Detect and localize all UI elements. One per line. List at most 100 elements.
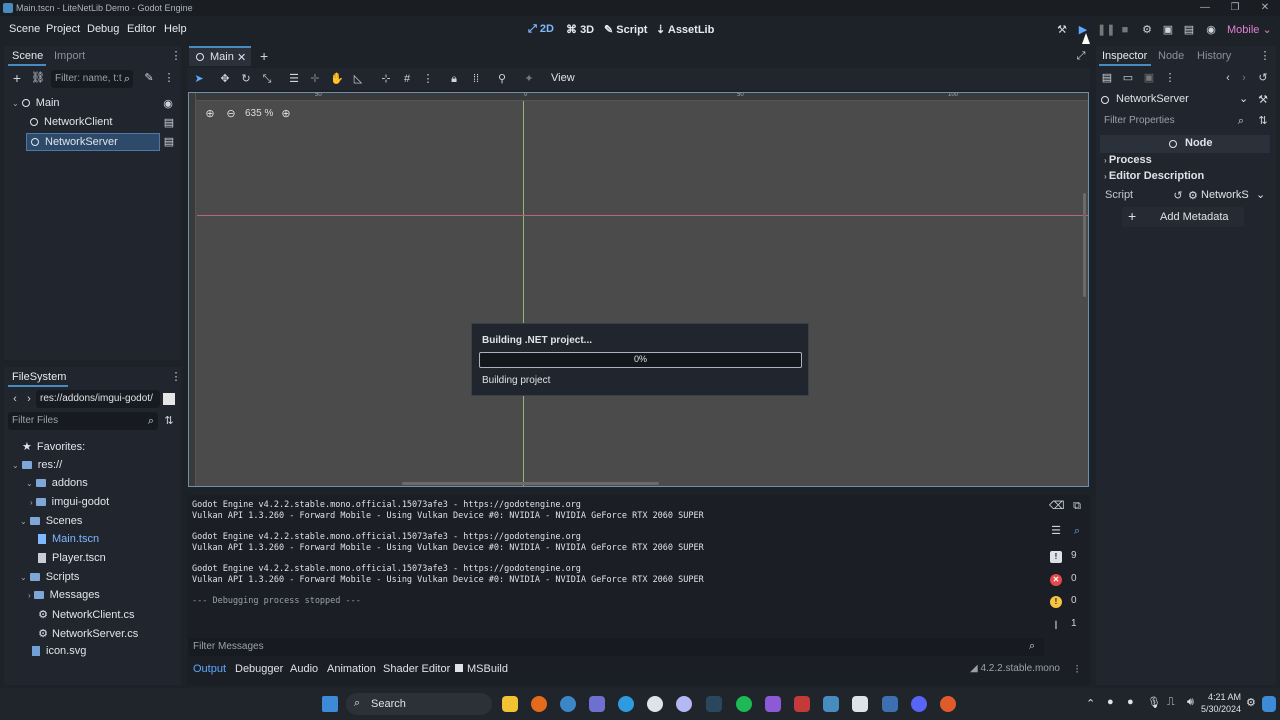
clock-date[interactable]: 5/30/2024 <box>1184 704 1241 714</box>
instance-scene-icon[interactable]: ⛓ <box>31 71 45 85</box>
object-tools-icon[interactable]: ⚒ <box>1256 93 1270 107</box>
menu-help[interactable]: Help <box>164 23 187 35</box>
steam-icon[interactable] <box>706 696 722 712</box>
minimize-button[interactable]: — <box>1190 0 1220 16</box>
spotify-icon[interactable] <box>736 696 752 712</box>
rotate-mode-icon[interactable]: ↻ <box>239 72 253 86</box>
build-hammer-icon[interactable]: ⚒ <box>1055 23 1069 37</box>
workspace-assetlib[interactable]: ⇣ AssetLib <box>656 23 714 36</box>
zoom-out-icon[interactable]: ⊖ <box>224 107 238 121</box>
firefox-icon[interactable] <box>531 696 547 712</box>
script-property-value[interactable]: ⚙ NetworkS ⌄ <box>1188 187 1270 205</box>
bottom-tab-animation[interactable]: Animation <box>327 663 376 675</box>
app-icon[interactable] <box>765 696 781 712</box>
view-menu[interactable]: View <box>551 72 575 84</box>
tree-item-main[interactable]: ⌄ Main <box>12 97 60 109</box>
renderer-select[interactable]: Mobile ⌄ <box>1227 23 1272 36</box>
bottom-tab-audio[interactable]: Audio <box>290 663 318 675</box>
notification-icon[interactable]: ⚙ <box>1246 696 1256 709</box>
lock-icon[interactable]: 🔒︎ <box>447 72 461 86</box>
scale-mode-icon[interactable]: ⤡ <box>260 72 274 86</box>
property-options-icon[interactable]: ⇅ <box>1256 114 1270 128</box>
script-icon[interactable]: ▤ <box>162 116 176 130</box>
tab-scene[interactable]: Scene <box>12 50 43 62</box>
app-icon[interactable] <box>882 696 898 712</box>
add-tab-button[interactable]: + <box>260 48 268 64</box>
errors-toggle[interactable]: ✕ 0 <box>1047 571 1089 589</box>
select-mode-icon[interactable]: ➤ <box>192 72 206 86</box>
filter-properties-input[interactable]: Filter Properties <box>1100 112 1248 130</box>
vertical-scrollbar[interactable] <box>1083 193 1086 297</box>
object-history-icon[interactable]: ↺ <box>1256 71 1270 85</box>
fs-item-scenes[interactable]: ⌄ Scenes <box>20 515 82 527</box>
bottom-tab-output[interactable]: Output <box>193 663 226 675</box>
copy-output-icon[interactable]: ⧉ <box>1070 499 1084 513</box>
tray-app-icon[interactable]: ● <box>1127 696 1134 708</box>
windows-start-icon[interactable] <box>322 696 338 712</box>
search-output-icon[interactable]: ⌕ <box>1070 524 1084 538</box>
save-resource-icon[interactable]: ▣ <box>1142 71 1156 85</box>
app-icon[interactable] <box>589 696 605 712</box>
workspace-script[interactable]: ✎ Script <box>604 23 647 36</box>
menu-scene[interactable]: Scene <box>9 23 40 35</box>
discord-icon[interactable] <box>911 696 927 712</box>
app-icon[interactable] <box>852 696 868 712</box>
back-icon[interactable]: ‹ <box>8 392 22 406</box>
tray-expand-icon[interactable]: ⌃ <box>1086 697 1095 710</box>
tab-import[interactable]: Import <box>54 50 85 62</box>
bottom-tab-shader-editor[interactable]: Shader Editor <box>383 663 450 675</box>
tab-inspector[interactable]: Inspector <box>1102 50 1147 62</box>
stop-icon[interactable]: ■ <box>1118 23 1132 37</box>
tab-history[interactable]: History <box>1197 50 1231 62</box>
tray-app-icon[interactable]: ● <box>1107 696 1114 708</box>
bottom-tab-msbuild[interactable]: MSBuild <box>455 663 508 675</box>
network-icon[interactable]: ⎍ <box>1167 696 1175 709</box>
scene-options-icon[interactable]: ⋮ <box>162 71 176 85</box>
play-scene-icon[interactable]: ▣ <box>1161 23 1175 37</box>
menu-debug[interactable]: Debug <box>87 23 119 35</box>
tab-main-scene[interactable]: Main ✕ <box>189 46 251 66</box>
app-icon[interactable] <box>618 696 634 712</box>
fs-item-imgui-godot[interactable]: › imgui-godot <box>30 496 109 508</box>
open-resource-icon[interactable]: ▭ <box>1121 71 1135 85</box>
sort-icon[interactable]: ⇅ <box>162 414 176 428</box>
ruler-mode-icon[interactable]: ◺ <box>351 72 365 86</box>
filesystem-title[interactable]: FileSystem <box>12 371 66 383</box>
snap-options-icon[interactable]: ⋮ <box>421 72 435 86</box>
split-mode-icon[interactable] <box>163 393 175 405</box>
fs-item-main-tscn[interactable]: Main.tscn <box>38 533 99 545</box>
fs-item-icon-svg[interactable]: icon.svg <box>32 645 86 657</box>
app-icon[interactable] <box>560 696 576 712</box>
app-icon[interactable] <box>647 696 663 712</box>
move-mode-icon[interactable]: ✥ <box>218 72 232 86</box>
clear-output-icon[interactable]: ⌫ <box>1049 499 1065 513</box>
godot-taskbar-icon[interactable] <box>823 696 839 712</box>
object-selector[interactable]: NetworkServer ⌄ <box>1100 91 1248 109</box>
fs-item-networkclient-cs[interactable]: ⚙ NetworkClient.cs <box>38 608 134 621</box>
horizontal-scrollbar[interactable] <box>402 482 659 485</box>
workspace-3d[interactable]: ⌘ 3D <box>566 23 594 36</box>
bone-icon[interactable]: ⚲ <box>495 72 509 86</box>
mic-icon[interactable]: 🎙︎ <box>1147 696 1161 709</box>
new-resource-icon[interactable]: ▤ <box>1100 71 1114 85</box>
pause-icon[interactable]: ❚❚ <box>1097 23 1115 37</box>
grid-snap-icon[interactable]: # <box>400 72 414 86</box>
app-icon[interactable] <box>940 696 956 712</box>
close-window-button[interactable]: ✕ <box>1250 0 1280 16</box>
warnings-toggle[interactable]: ! 0 <box>1047 593 1089 611</box>
fs-item-scripts[interactable]: ⌄ Scripts <box>20 571 79 583</box>
zoom-level[interactable]: 635 % <box>245 108 273 119</box>
zoom-in-icon[interactable]: ⊕ <box>279 107 293 121</box>
distraction-free-icon[interactable]: ⤢ <box>1074 49 1088 63</box>
group-icon[interactable]: ⁞⁞ <box>469 72 483 86</box>
collapse-duplicates-icon[interactable]: ☰ <box>1049 524 1063 538</box>
messages-toggle[interactable]: ! 9 <box>1047 548 1089 566</box>
canvas-viewport[interactable]: 50 0 50 100 ⊕ ⊖ 635 % ⊕ <box>188 92 1089 487</box>
tab-node[interactable]: Node <box>1158 50 1184 62</box>
workspace-2d[interactable]: ⤢ 2D <box>528 23 554 36</box>
pan-mode-icon[interactable]: ✋ <box>330 72 344 86</box>
attach-script-icon[interactable]: ✎ <box>142 71 156 85</box>
smart-snap-icon[interactable]: ⊹ <box>379 72 393 86</box>
fs-item-messages[interactable]: › Messages <box>28 589 100 601</box>
editor-messages-toggle[interactable]: ❘ 1 <box>1047 616 1089 634</box>
